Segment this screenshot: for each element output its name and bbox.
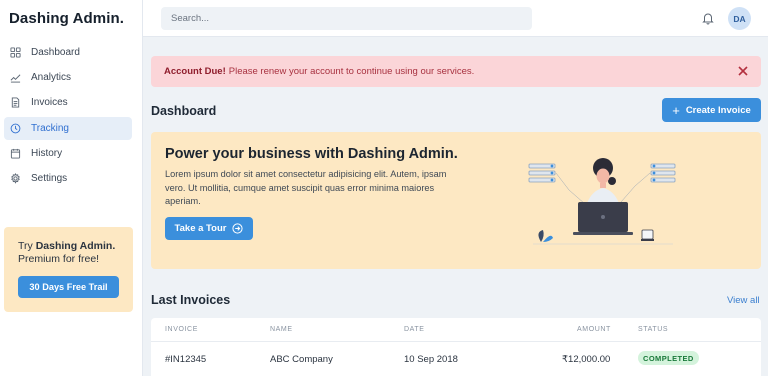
- chart-line-icon: [10, 74, 21, 83]
- table-header: INVOICE NAME DATE AMOUNT STATUS: [151, 318, 761, 342]
- bell-icon[interactable]: [701, 11, 715, 25]
- column-header-invoice[interactable]: INVOICE: [165, 326, 198, 333]
- invoice-id: #IN12345: [165, 354, 207, 365]
- sidebar-item-label: History: [31, 147, 63, 159]
- promo-suffix: Premium for free!: [18, 253, 100, 265]
- column-header-status[interactable]: STATUS: [638, 326, 668, 333]
- premium-promo-card: Try Dashing Admin. Premium for free! 30 …: [4, 227, 133, 312]
- take-tour-label: Take a Tour: [174, 223, 227, 234]
- account-due-alert: Account Due! Please renew your account t…: [151, 56, 761, 87]
- sidebar-item-dashboard[interactable]: Dashboard: [4, 41, 132, 64]
- last-invoices-title: Last Invoices: [151, 293, 231, 307]
- close-icon[interactable]: [737, 65, 749, 77]
- woman-laptop-illustration: [528, 158, 676, 245]
- sidebar-nav: Dashboard Analytics Invoices Tracking Hi…: [4, 41, 132, 192]
- sidebar-item-history[interactable]: History: [4, 142, 132, 165]
- create-invoice-button[interactable]: + Create Invoice: [662, 98, 761, 122]
- sidebar-item-tracking[interactable]: Tracking: [4, 116, 132, 140]
- alert-title: Account Due!: [164, 66, 226, 77]
- avatar[interactable]: DA: [728, 7, 751, 30]
- sidebar-item-label: Dashboard: [31, 47, 80, 58]
- clock-icon: [10, 123, 21, 133]
- gear-icon: [11, 172, 20, 184]
- arrow-circle-right-icon: [232, 223, 244, 234]
- view-all-link[interactable]: View all: [727, 295, 760, 306]
- sidebar-item-label: Settings: [31, 172, 68, 184]
- column-header-date[interactable]: DATE: [404, 326, 425, 333]
- sidebar-item-label: Analytics: [31, 72, 72, 84]
- free-trial-button[interactable]: 30 Days Free Trail: [18, 276, 119, 298]
- take-tour-button[interactable]: Take a Tour: [165, 217, 253, 240]
- promo-brand: Dashing Admin.: [35, 240, 116, 252]
- status-badge: COMPLETED: [638, 351, 699, 365]
- sidebar-item-label: Invoices: [31, 97, 68, 109]
- hero-banner: Power your business with Dashing Admin. …: [151, 132, 761, 269]
- column-header-amount[interactable]: AMOUNT: [577, 326, 611, 333]
- brand-logo[interactable]: Dashing Admin.: [9, 10, 124, 27]
- invoice-date: 10 Sep 2018: [404, 354, 458, 365]
- create-invoice-label: Create Invoice: [685, 104, 751, 116]
- document-icon: [11, 97, 20, 108]
- promo-text: Try Dashing Admin. Premium for free!: [18, 240, 133, 266]
- sidebar-item-invoices[interactable]: Invoices: [4, 91, 132, 114]
- search-input[interactable]: [161, 7, 532, 30]
- sidebar-item-label: Tracking: [31, 122, 69, 134]
- hero-description: Lorem ipsum dolor sit amet consectetur a…: [165, 169, 447, 207]
- top-bar: DA: [143, 0, 768, 37]
- grid-icon: [10, 47, 21, 58]
- sidebar-item-analytics[interactable]: Analytics: [4, 66, 132, 89]
- hero-title: Power your business with Dashing Admin.: [165, 146, 458, 162]
- column-header-name[interactable]: NAME: [270, 326, 293, 333]
- calendar-icon: [10, 148, 21, 159]
- invoice-name: ABC Company: [270, 354, 333, 365]
- invoices-table: INVOICE NAME DATE AMOUNT STATUS #IN12345…: [151, 318, 761, 376]
- sidebar: Dashing Admin. Dashboard Analytics Invoi…: [0, 0, 143, 376]
- sidebar-item-settings[interactable]: Settings: [4, 167, 132, 190]
- invoice-amount: ₹12,000.00: [562, 354, 611, 365]
- page-title: Dashboard: [151, 104, 217, 118]
- alert-message: Please renew your account to continue us…: [228, 66, 475, 77]
- plus-icon: +: [672, 102, 680, 118]
- promo-prefix: Try: [18, 240, 36, 252]
